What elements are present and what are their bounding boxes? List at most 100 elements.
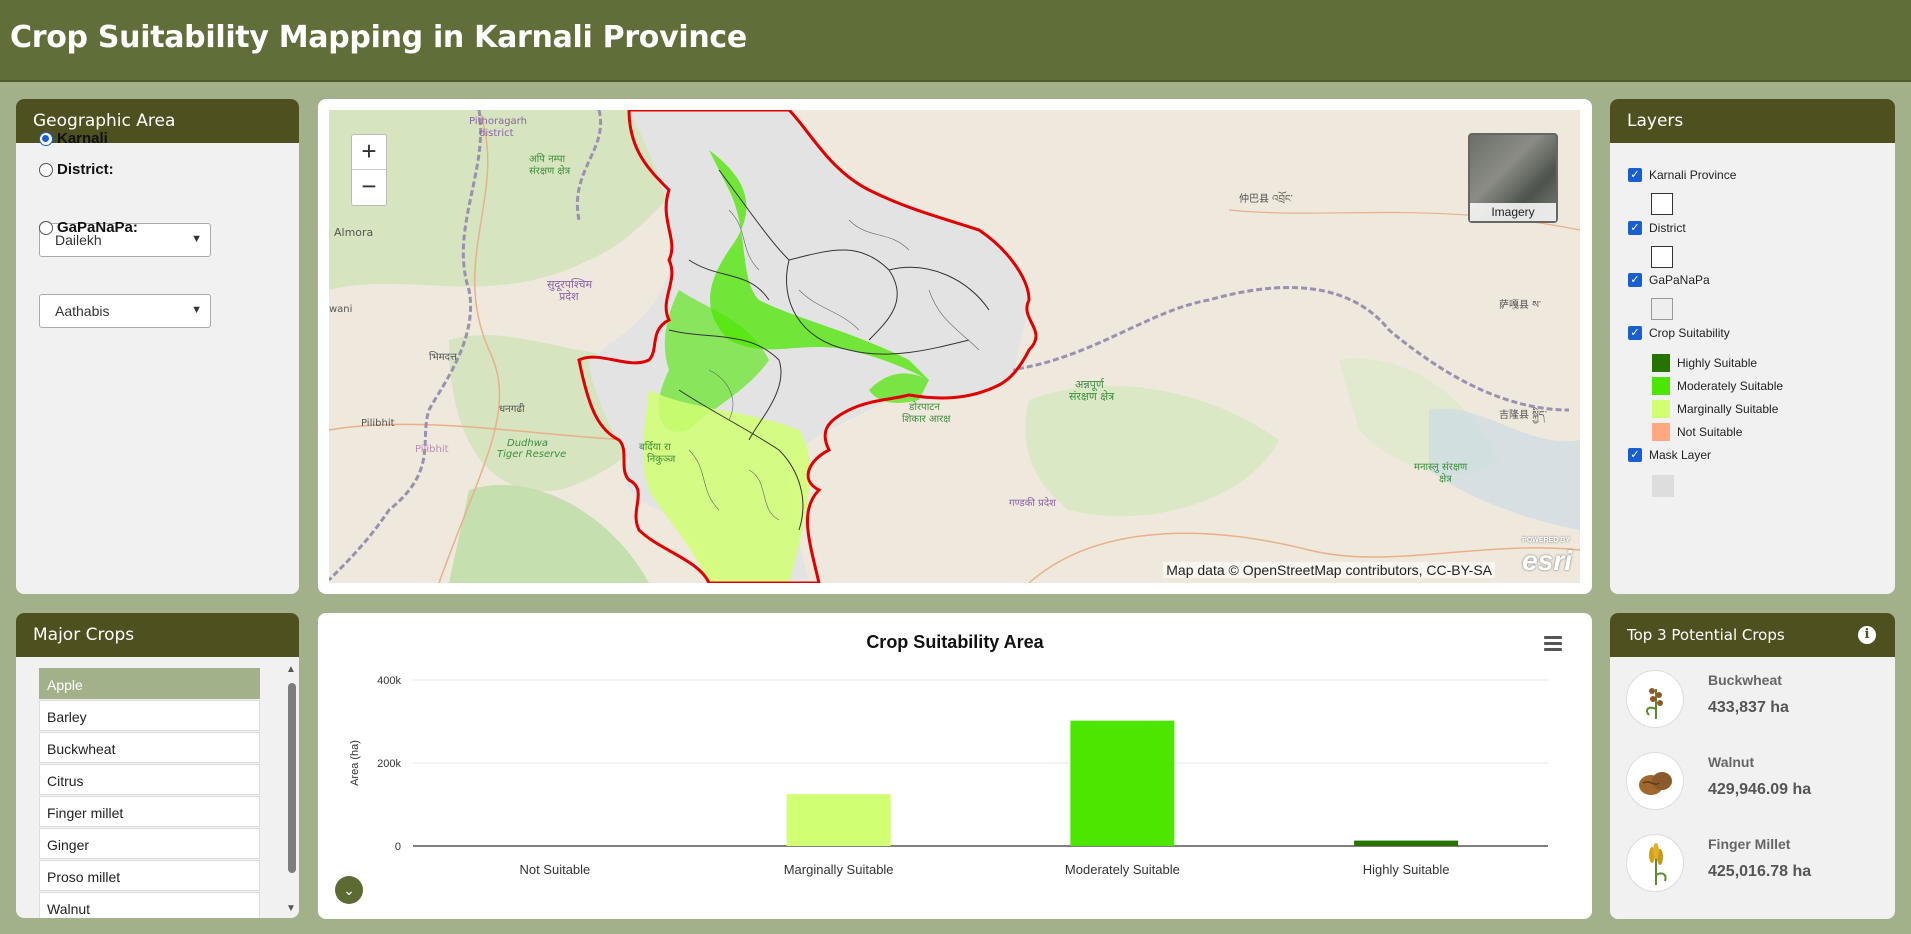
map-label-api-nampa: अपि नम्पा: [529, 153, 566, 165]
radio-district-label: District:: [57, 161, 114, 178]
header-bar: Crop Suitability Mapping in Karnali Prov…: [0, 0, 1911, 82]
x-tick-label: Marginally Suitable: [784, 862, 894, 877]
crop-item-barley[interactable]: Barley: [39, 700, 260, 731]
layers-title: Layers: [1610, 99, 1895, 143]
map-label-pilibhit-2: Pilibhit: [415, 444, 449, 455]
legend-label-not-suitable: Not Suitable: [1677, 425, 1743, 439]
info-icon[interactable]: i: [1858, 626, 1876, 644]
map-label-dhangadhi: धनगढी: [499, 403, 525, 415]
map-label-annapurna-2: संरक्षण क्षेत्र: [1069, 390, 1115, 403]
map-label-shikar: शिकार आरक्ष: [902, 413, 951, 425]
top-crop-3-value: 425,016.78 ha: [1708, 863, 1812, 880]
map-label-manaslu-2: क्षेत्र: [1439, 473, 1452, 485]
legend-swatch-not-suitable: [1652, 423, 1670, 441]
map-label-district: district: [479, 128, 514, 139]
map-view[interactable]: Pithoragarh district अपि नम्पा संरक्षण क…: [329, 110, 1580, 583]
radio-button-icon[interactable]: [39, 131, 53, 146]
map-label-tiger-reserve: Tiger Reserve: [497, 449, 566, 460]
crop-item-proso-millet[interactable]: Proso millet: [39, 860, 260, 891]
map-canvas[interactable]: Pithoragarh district अपि नम्पा संरक्षण क…: [329, 110, 1580, 583]
esri-logo-text: esri: [1522, 545, 1572, 576]
crop-item-apple[interactable]: Apple: [39, 668, 260, 699]
radio-gapanapa-label: GaPaNaPa:: [57, 219, 138, 236]
map-label-pilibhit: Pilibhit: [361, 418, 395, 429]
scroll-down-icon[interactable]: ▼: [286, 903, 296, 914]
radio-district[interactable]: District:: [39, 161, 114, 178]
map-label-manaslu: मनास्लु संरक्षण: [1414, 461, 1468, 473]
map-label-pradesh: प्रदेश: [559, 290, 579, 303]
map-label-saga: 萨嘎县 ས་: [1499, 299, 1541, 311]
legend-swatch-highly: [1652, 354, 1670, 372]
map-label-zhongba: 仲巴县 འབྲོང་: [1239, 191, 1293, 205]
checkbox-crop-suitability[interactable]: ✓: [1628, 326, 1642, 340]
basemap-toggle-button[interactable]: Imagery: [1468, 133, 1558, 223]
walnut-icon: [1626, 752, 1684, 810]
y-tick-label: 0: [395, 841, 401, 853]
layer-label-karnali: Karnali Province: [1649, 168, 1737, 182]
zoom-in-button[interactable]: +: [352, 135, 386, 170]
gapanapa-select[interactable]: Aathabis ▼: [39, 294, 211, 328]
map-label-dorpatan: डोरपाटन: [908, 401, 940, 413]
major-crops-panel: Major Crops Apple Barley Buckwheat Citru…: [16, 613, 299, 918]
buckwheat-icon: [1626, 670, 1684, 728]
legend-label-highly: Highly Suitable: [1677, 356, 1758, 370]
x-tick-label: Not Suitable: [519, 862, 590, 877]
basemap-label: Imagery: [1470, 203, 1556, 221]
chart-panel: Crop Suitability Area 0 200k 400k Area (ha)…: [318, 613, 1592, 919]
map-label-gandaki: गण्डकी प्रदेश: [1009, 497, 1056, 509]
scroll-up-icon[interactable]: ▲: [286, 664, 296, 675]
radio-button-icon[interactable]: [39, 162, 53, 177]
map-label-nikunj: निकुञ्ज: [647, 453, 676, 465]
map-label-dudhwa: Dudhwa: [507, 438, 548, 449]
layer-swatch-gapanapa: [1651, 298, 1673, 320]
layer-label-mask: Mask Layer: [1649, 448, 1712, 462]
checkbox-district[interactable]: ✓: [1628, 221, 1642, 235]
map-attribution: Map data © OpenStreetMap contributors, C…: [1163, 562, 1495, 578]
radio-karnali-label: Karnali: [57, 130, 108, 147]
y-tick-label: 400k: [377, 675, 401, 687]
zoom-out-button[interactable]: −: [352, 170, 386, 205]
map-label-sanrakshan: संरक्षण क्षेत्र: [529, 165, 571, 177]
map-label-almora: Almora: [334, 226, 373, 239]
crop-item-ginger[interactable]: Ginger: [39, 828, 260, 859]
esri-logo: POWERED BY esri: [1522, 537, 1572, 577]
checkbox-karnali-province[interactable]: ✓: [1628, 168, 1642, 182]
map-label-bhimdatta: भिमदत्त: [429, 351, 458, 363]
map-label-wani: wani: [329, 304, 352, 315]
radio-karnali[interactable]: Karnali: [39, 130, 108, 147]
scrollbar-thumb[interactable]: [288, 683, 296, 873]
checkbox-mask-layer[interactable]: ✓: [1628, 448, 1642, 462]
y-axis-label: Area (ha): [349, 740, 361, 786]
bar-chart: 0 200k 400k Area (ha) Not Suitable Marginally…: [349, 675, 1548, 877]
radio-button-icon[interactable]: [39, 220, 53, 235]
top-crop-3-name: Finger Millet: [1708, 836, 1791, 852]
major-crops-title: Major Crops: [16, 613, 299, 657]
top-crop-1-name: Buckwheat: [1708, 672, 1782, 688]
chevron-down-icon[interactable]: ⌄: [335, 876, 363, 904]
crop-item-buckwheat[interactable]: Buckwheat: [39, 732, 260, 763]
checkbox-gapanapa[interactable]: ✓: [1628, 273, 1642, 287]
geographic-area-panel: Geographic Area Karnali District: Dailek…: [16, 99, 299, 594]
bar-marginally-suitable: [786, 794, 891, 846]
top-crop-1-value: 433,837 ha: [1708, 699, 1789, 716]
finger-millet-icon: [1626, 834, 1684, 892]
x-tick-label: Highly Suitable: [1363, 862, 1450, 877]
legend-swatch-moderately: [1652, 377, 1670, 395]
crop-item-citrus[interactable]: Citrus: [39, 764, 260, 795]
map-label-bardiya: बर्दिया रा: [639, 441, 671, 453]
top3-panel: Top 3 Potential Crops i Buckwheat 433,83…: [1610, 613, 1895, 919]
radio-gapanapa[interactable]: GaPaNaPa:: [39, 219, 138, 236]
layer-label-district: District: [1649, 221, 1686, 235]
bar-highly-suitable: [1354, 840, 1459, 846]
crop-item-walnut[interactable]: Walnut: [39, 892, 260, 918]
crop-item-finger-millet[interactable]: Finger millet: [39, 796, 260, 827]
top-crop-2-value: 429,946.09 ha: [1708, 781, 1812, 798]
bar-moderately-suitable: [1070, 720, 1175, 846]
layer-label-gapanapa: GaPaNaPa: [1649, 273, 1710, 287]
top3-title: Top 3 Potential Crops: [1610, 613, 1895, 657]
layer-label-crop-suitability: Crop Suitability: [1649, 326, 1730, 340]
layer-swatch-karnali: [1651, 193, 1673, 215]
top-crop-2-name: Walnut: [1708, 754, 1755, 770]
y-tick-label: 200k: [377, 758, 401, 770]
legend-swatch-marginally: [1652, 400, 1670, 418]
